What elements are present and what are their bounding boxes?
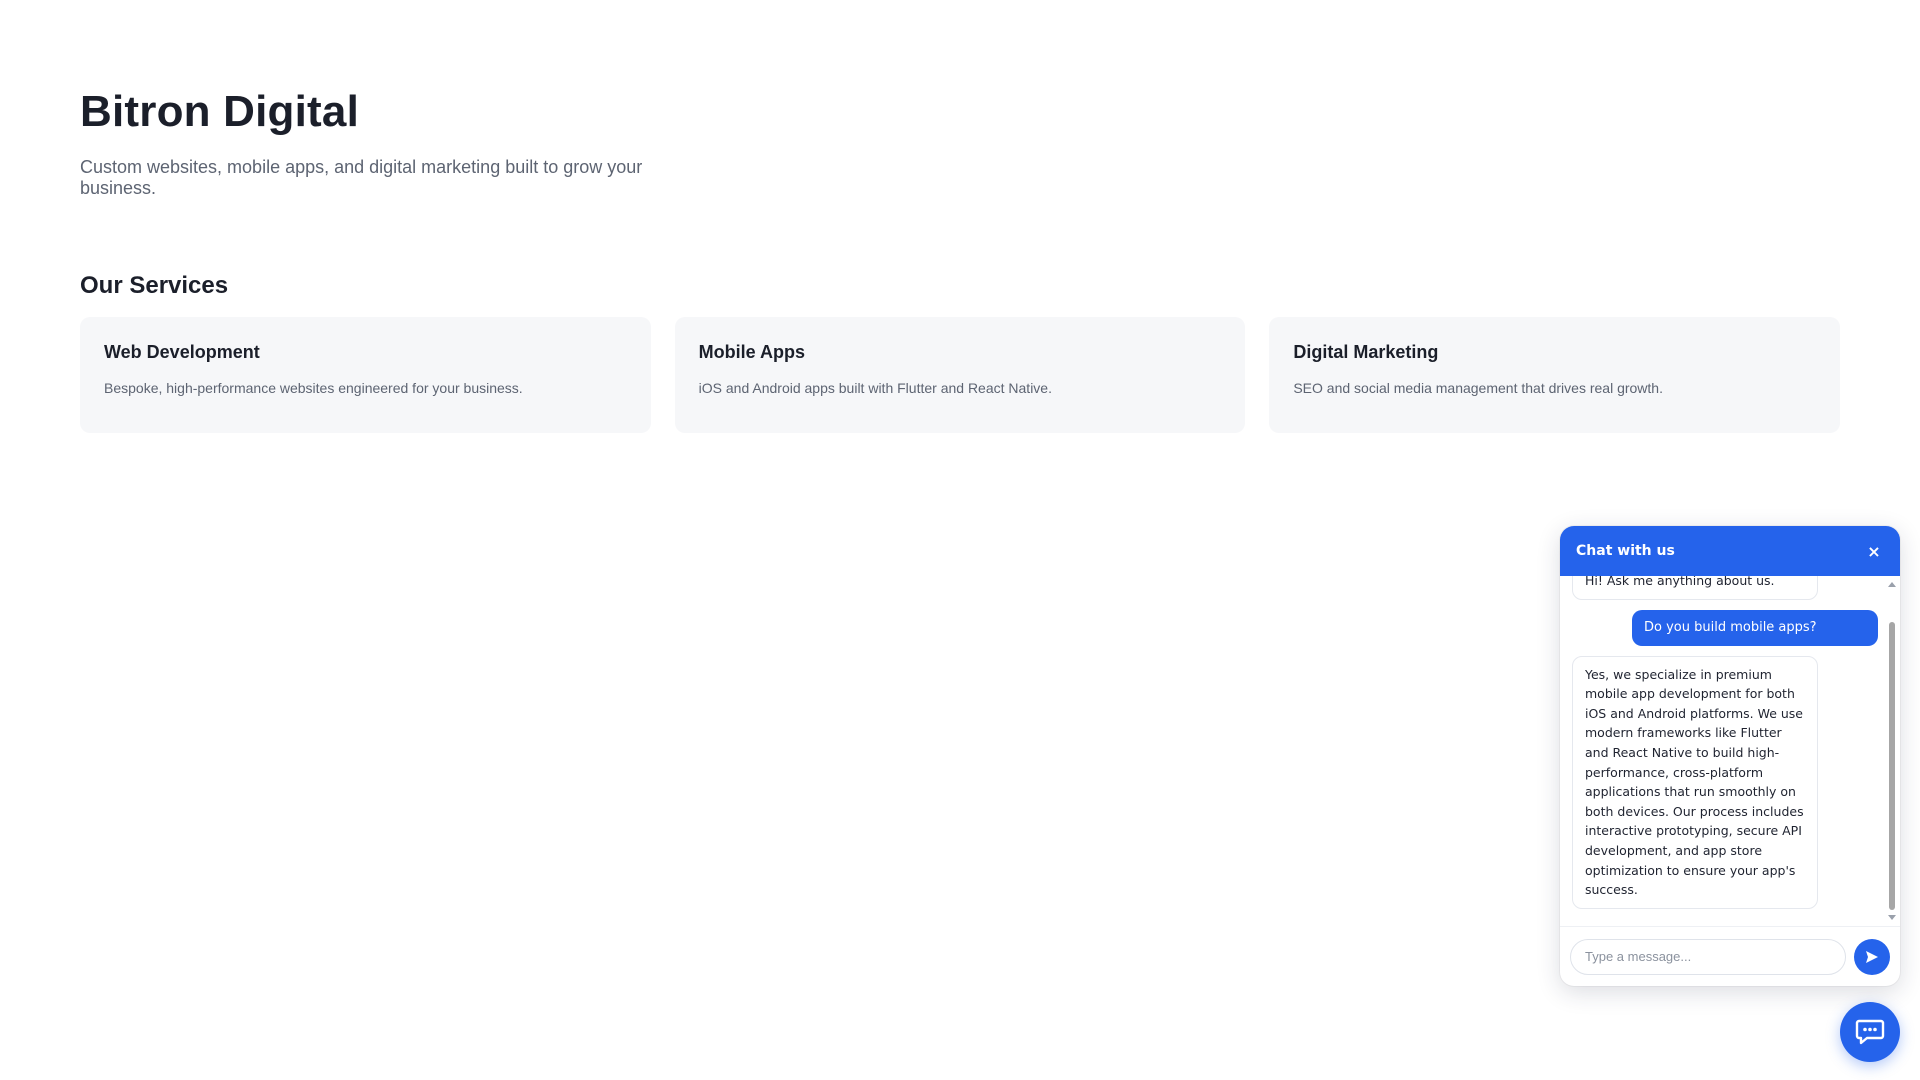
services-grid: Web Development Bespoke, high-performanc… — [80, 317, 1841, 433]
send-icon — [1866, 950, 1878, 963]
close-icon[interactable]: × — [1864, 541, 1884, 561]
service-card-description: iOS and Android apps built with Flutter … — [698, 380, 1052, 396]
bot-message: Hi! Ask me anything about us. — [1572, 576, 1818, 600]
service-card-mobile-apps: Mobile Apps iOS and Android apps built w… — [674, 317, 1246, 433]
hero-section: Bitron Digital Custom websites, mobile a… — [80, 86, 680, 199]
chat-bubble-icon — [1855, 1019, 1885, 1045]
service-card-web-development: Web Development Bespoke, high-performanc… — [80, 317, 651, 433]
chat-input-bar — [1560, 926, 1900, 986]
scroll-up-arrow-icon[interactable] — [1888, 582, 1896, 587]
service-card-digital-marketing: Digital Marketing SEO and social media m… — [1269, 317, 1841, 433]
service-card-title: Web Development — [104, 342, 260, 362]
message-input[interactable] — [1570, 938, 1846, 975]
bot-message: Yes, we specialize in premium mobile app… — [1572, 655, 1818, 909]
chat-scrollbar[interactable] — [1886, 576, 1898, 926]
scroll-down-arrow-icon[interactable] — [1888, 915, 1896, 920]
service-card-title: Digital Marketing — [1293, 342, 1439, 362]
service-card-description: Bespoke, high-performance websites engin… — [104, 380, 523, 396]
services-heading: Our Services — [80, 272, 229, 299]
send-button[interactable] — [1854, 938, 1890, 975]
chat-header: Chat with us × — [1560, 526, 1900, 576]
page: Bitron Digital Custom websites, mobile a… — [0, 0, 1920, 1080]
chat-launcher-button[interactable] — [1840, 1002, 1900, 1062]
user-message: Do you build mobile apps? — [1632, 609, 1878, 646]
chat-messages-area[interactable]: Hi! Ask me anything about us. Do you bui… — [1560, 576, 1900, 926]
site-title: Bitron Digital — [80, 87, 360, 136]
scrollbar-thumb[interactable] — [1889, 622, 1895, 910]
chat-widget: Chat with us × Hi! Ask me anything about… — [1560, 526, 1900, 986]
chat-title: Chat with us — [1576, 543, 1675, 559]
service-card-description: SEO and social media management that dri… — [1293, 380, 1663, 396]
service-card-title: Mobile Apps — [698, 342, 806, 362]
hero-subtitle: Custom websites, mobile apps, and digita… — [80, 157, 643, 198]
message-list: Hi! Ask me anything about us. Do you bui… — [1572, 576, 1878, 919]
